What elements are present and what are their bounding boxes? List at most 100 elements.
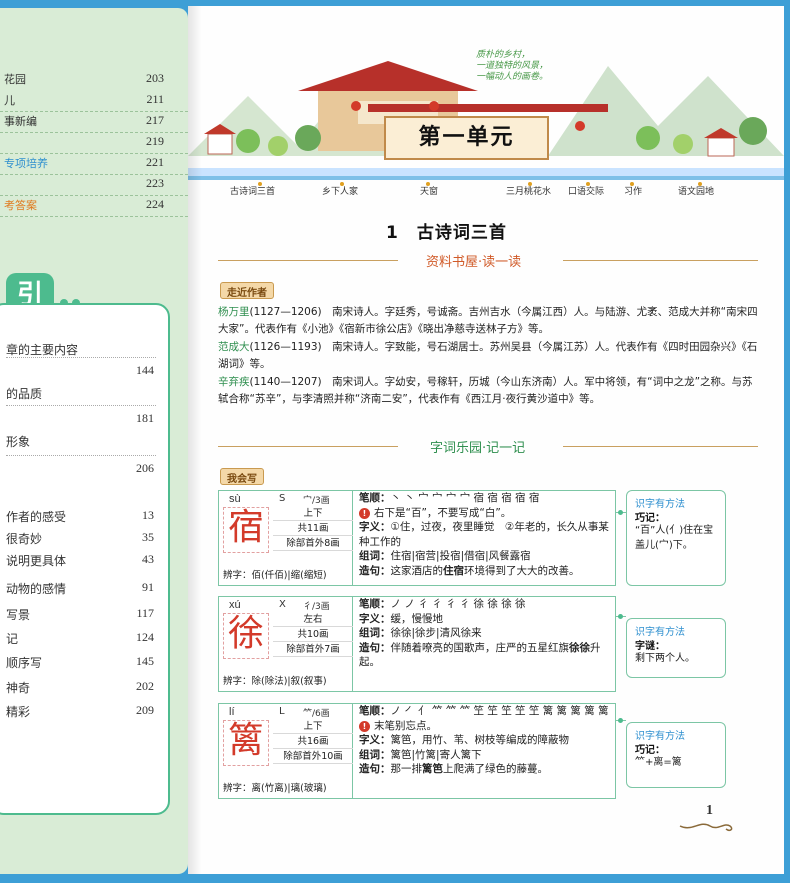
structure: 左右 — [273, 613, 353, 627]
index-page: 181 — [136, 411, 154, 425]
sentence-keyword: 篱笆 — [422, 763, 443, 775]
structure: 上下 — [273, 720, 353, 734]
connector-dot — [618, 510, 623, 515]
index-label: 很奇妙 — [6, 532, 43, 546]
toc-page: 219 — [146, 134, 164, 148]
toc-row[interactable]: 219 — [0, 131, 176, 152]
index-item[interactable]: 章的主要内容 — [6, 341, 166, 358]
distinguish: 辨字：佰(仟佰)|缩(缩短) — [223, 570, 327, 581]
index-item[interactable]: 记 124 — [6, 630, 166, 647]
author-name: 辛弃疾 — [218, 376, 250, 388]
stroke-count: 共10画 — [273, 628, 353, 642]
toc-page: 217 — [146, 113, 164, 127]
author-entry: 杨万里(1127—1206) 南宋诗人。字廷秀，号诚斋。吉州吉水（今属江西）人。… — [218, 304, 758, 338]
index-item[interactable]: 作者的感受 13 — [6, 508, 166, 525]
word-group: 组词：住宿|宿营|投宿|借宿|风餐露宿 — [359, 549, 615, 564]
unit-banner: 质朴的乡村， 一道独特的风景， 一幅动人的画卷。 第一单元 古诗词三首 乡下人家… — [188, 6, 784, 206]
index-item[interactable]: 精彩 209 — [6, 703, 166, 720]
toc-row[interactable]: 223 — [0, 173, 176, 194]
meaning-text: 篱笆，用竹、苇、树枝等编成的障蔽物 — [390, 734, 570, 746]
sentence-keyword: 住宿 — [443, 564, 464, 577]
character-card: sù S 宀/3画 宿 上下 共11画 除部首外8画 辨字：佰(仟佰)|缩(缩短… — [218, 490, 616, 586]
toc-divider — [0, 174, 188, 175]
left-page: 花园 203 儿 211 事新编 217 219 专项培养 221 223 考答案 224… — [0, 8, 188, 874]
character-info: sù S 宀/3画 宿 上下 共11画 除部首外8画 辨字：佰(仟佰)|缩(缩短… — [219, 491, 353, 585]
stroke-count: 共16画 — [273, 735, 353, 749]
character-info: lí L ⺮/6画 篱 上下 共16画 除部首外10画 辨字：离(竹离)|璃(玻… — [219, 704, 353, 798]
radical: 宀/3画 — [303, 496, 330, 506]
meaning: 字义：篱笆，用竹、苇、树枝等编成的障蔽物 — [359, 733, 615, 748]
field-label: 组词： — [359, 627, 391, 639]
index-label: 章的主要内容 — [6, 343, 79, 357]
stroke-extra: 除部首外10画 — [273, 750, 353, 764]
unit-nav-item[interactable]: 乡下人家 — [322, 184, 358, 197]
spine-shadow — [188, 6, 202, 874]
toc-page: 221 — [146, 155, 164, 169]
field-label: 组词： — [359, 748, 391, 761]
index-label: 的品质 — [6, 387, 43, 401]
toc-divider — [0, 195, 188, 196]
sentence: 造句：这家酒店的住宿环境得到了大大的改善。 — [359, 564, 615, 579]
tip-card: 识字有方法 巧记： ⺮+离=篱 — [626, 722, 726, 788]
author-name: 杨万里 — [218, 306, 250, 318]
tip-label: 字谜： — [635, 641, 665, 652]
field-label: 笔顺： — [359, 705, 391, 717]
character: 徐 — [227, 613, 264, 654]
word-group-text: 住宿|宿营|投宿|借宿|风餐露宿 — [390, 550, 531, 562]
unit-nav-item[interactable]: 古诗词三首 — [230, 184, 275, 197]
index-item[interactable]: 说明更具体 43 — [6, 552, 166, 569]
initial-letter: X — [279, 599, 286, 610]
unit-title: 第一单元 — [418, 125, 515, 150]
author-years: (1140—1207) — [249, 376, 322, 388]
toc-page: 211 — [146, 92, 164, 106]
meaning: 字义：缓，慢慢地 — [359, 612, 615, 627]
table-of-contents: 花园 203 儿 211 事新编 217 219 专项培养 221 223 考答案 224 — [0, 68, 176, 215]
warning: ! 右下是“百”，不要写成“白”。 — [359, 506, 615, 521]
index-box: 章的主要内容 144 的品质 181 形象 206 作者的感受 13 很奇妙 35 … — [0, 303, 170, 815]
connector-dot — [618, 614, 623, 619]
stroke-order: 笔顺：丶 丶 宀 宀 宀 宀 宿 宿 宿 宿 宿 — [359, 491, 615, 506]
index-item[interactable]: 的品质 — [6, 385, 166, 402]
index-item[interactable]: 写景 117 — [6, 606, 166, 623]
warning-text: 右下是“百”，不要写成“白”。 — [374, 506, 512, 519]
sentence: 造句：伴随着嘹亮的国歌声，庄严的五星红旗徐徐升起。 — [359, 641, 615, 670]
stroke-extra: 除部首外7画 — [273, 643, 353, 657]
character-card: lí L ⺮/6画 篱 上下 共16画 除部首外10画 辨字：离(竹离)|璃(玻… — [218, 703, 616, 799]
field-label: 造句： — [359, 641, 391, 654]
index-item[interactable]: 顺序写 145 — [6, 654, 166, 671]
toc-row[interactable]: 考答案 224 — [0, 194, 176, 215]
unit-nav-item[interactable]: 习作 — [624, 184, 642, 197]
toc-row[interactable]: 儿 211 — [0, 89, 176, 110]
index-item[interactable]: 形象 — [6, 433, 166, 450]
index-page: 91 — [142, 580, 154, 594]
index-item[interactable]: 动物的感情 91 — [6, 580, 166, 597]
section-heading-reading: 资料书屋·读一读 — [218, 250, 758, 272]
author-years: (1127—1206) — [249, 306, 322, 318]
character-details: 笔顺：ノ ㇒ 亻 ⺮ ⺮ ⺮ 笁 笁 笁 笁 笁 篱 篱 篱 篱 篱 ! 末笔别忘… — [359, 704, 615, 777]
toc-label: 考答案 — [4, 199, 37, 212]
unit-nav-item[interactable]: 天窗 — [420, 184, 438, 197]
index-label: 顺序写 — [6, 656, 43, 670]
dotted-leader — [6, 455, 156, 456]
section-title: 字词乐园·记一记 — [430, 441, 526, 456]
tip-card: 识字有方法 字谜： 剩下两个人。 — [626, 618, 726, 678]
character-info: xú X 彳/3画 徐 左右 共10画 除部首外7画 辨字：除(除法)|叙(叙事… — [219, 597, 353, 691]
index-page: 35 — [142, 530, 154, 544]
toc-label: 儿 — [4, 94, 15, 107]
sentence-text: 上爬满了绿色的藤蔓。 — [443, 763, 548, 775]
stroke-order-text: ノ ノ 彳 彳 彳 彳 徐 徐 徐 徐 — [390, 598, 526, 610]
toc-divider — [0, 153, 188, 154]
toc-row[interactable]: 专项培养 221 — [0, 152, 176, 173]
index-item[interactable]: 神奇 202 — [6, 679, 166, 696]
index-item[interactable]: 很奇妙 35 — [6, 530, 166, 547]
unit-nav-item[interactable]: 语文园地 — [678, 184, 714, 197]
author-list: 杨万里(1127—1206) 南宋诗人。字廷秀，号诚斋。吉州吉水（今属江西）人。… — [218, 304, 758, 409]
unit-nav-item[interactable]: 口语交际 — [568, 184, 604, 197]
initial-letter: S — [279, 493, 286, 504]
right-page: 质朴的乡村， 一道独特的风景， 一幅动人的画卷。 第一单元 古诗词三首 乡下人家… — [188, 6, 784, 874]
toc-row[interactable]: 事新编 217 — [0, 110, 176, 131]
meaning-text: ①住，过夜，夜里睡觉 ②年老的，长久从事某种工作的 — [359, 521, 609, 548]
index-page: 202 — [136, 679, 154, 693]
unit-nav-item[interactable]: 三月桃花水 — [506, 184, 551, 197]
toc-row[interactable]: 花园 203 — [0, 68, 176, 89]
